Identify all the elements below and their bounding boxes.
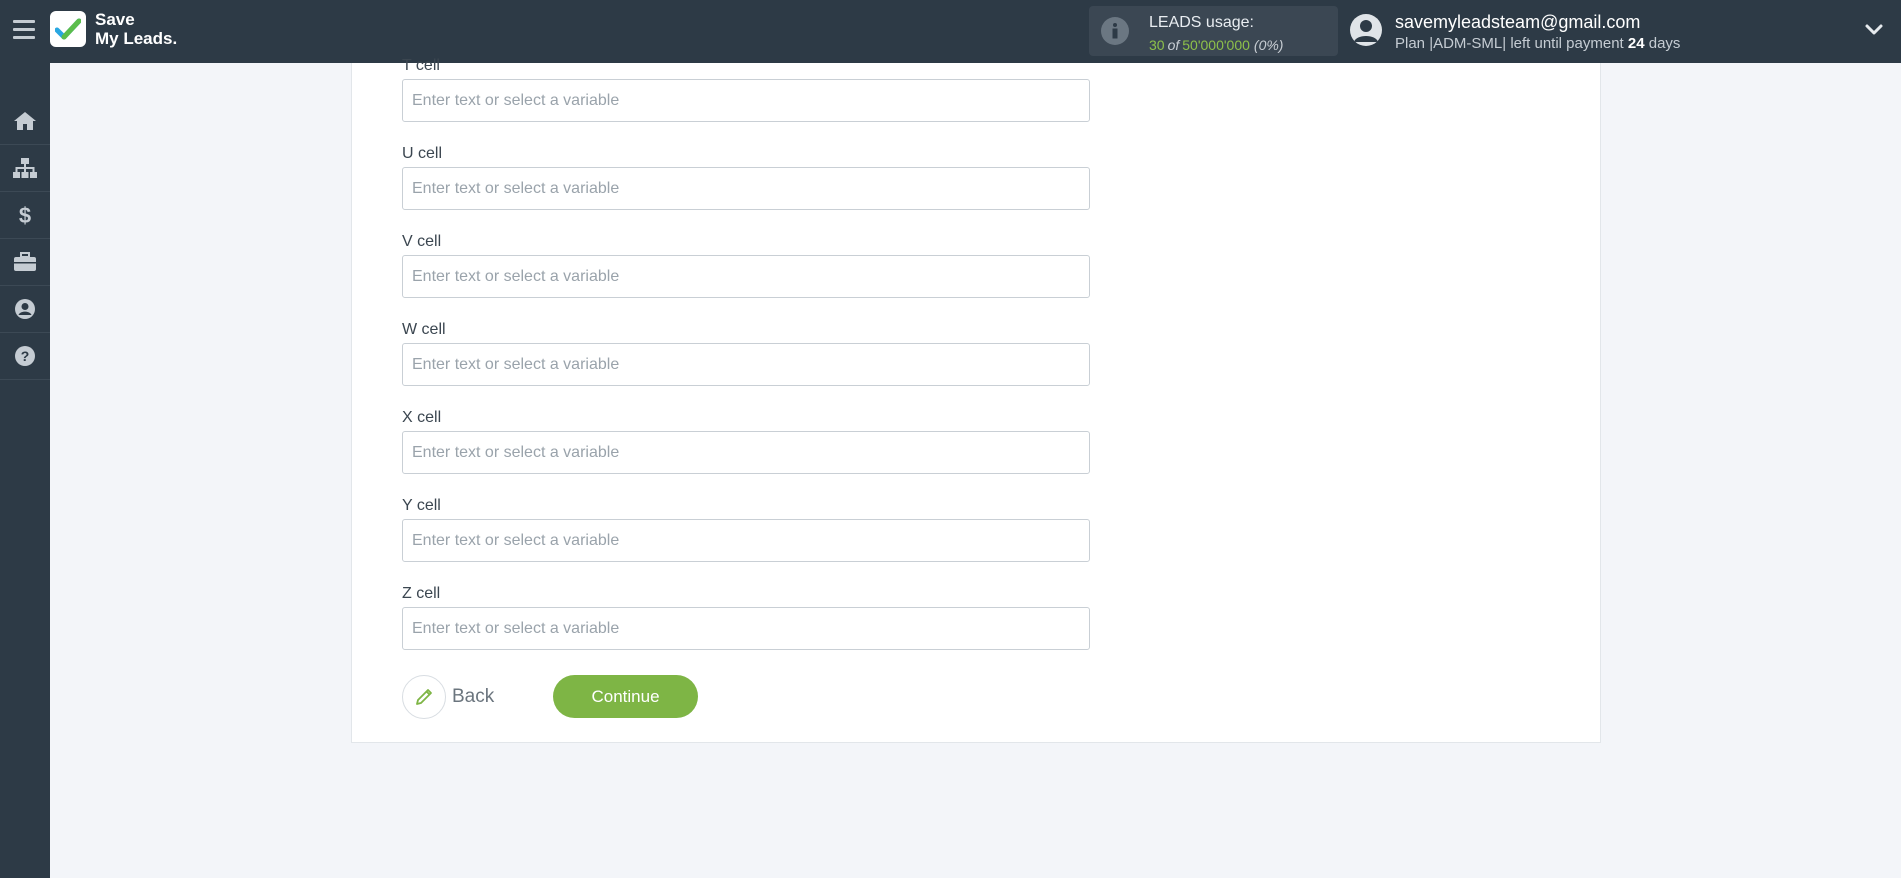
avatar-icon [1350, 14, 1382, 46]
plan-info: Plan |ADM-SML| left until payment 24 day… [1395, 35, 1680, 52]
user-circle-icon [15, 299, 35, 319]
usage-used: 30 [1149, 37, 1165, 53]
x-cell-input[interactable] [402, 431, 1090, 474]
field-label: V cell [402, 233, 442, 250]
field-v-cell: V cell [402, 233, 1090, 298]
plan-days: 24 [1627, 35, 1645, 52]
field-label: X cell [402, 409, 442, 426]
usage-of: of [1167, 37, 1180, 53]
usage-limit: 50'000'000 [1182, 37, 1250, 53]
logo-check-icon [50, 11, 86, 47]
menu-icon[interactable] [13, 20, 35, 40]
field-label: T cell [402, 57, 440, 74]
user-email: savemyleadsteam@gmail.com [1395, 12, 1641, 32]
home-icon [14, 112, 36, 130]
field-w-cell: W cell [402, 321, 1090, 386]
chevron-down-icon[interactable] [1864, 22, 1884, 38]
back-label: Back [452, 686, 495, 707]
sidebar-item-billing[interactable]: $ [0, 192, 50, 239]
usage-count: 30 of 50'000'000 (0%) [1149, 37, 1283, 53]
sidebar-item-account[interactable] [0, 286, 50, 333]
plan-suffix: days [1648, 35, 1681, 52]
field-label: U cell [402, 145, 443, 162]
info-icon [1101, 17, 1129, 45]
briefcase-icon [14, 252, 36, 271]
continue-button[interactable]: Continue [553, 675, 698, 718]
svg-text:$: $ [19, 203, 31, 227]
logo-line-1: Save [95, 10, 135, 29]
y-cell-input[interactable] [402, 519, 1090, 562]
field-t-cell: T cell [402, 57, 1090, 122]
sidebar-item-home[interactable] [0, 98, 50, 145]
sidebar-item-tools[interactable] [0, 239, 50, 286]
field-x-cell: X cell [402, 409, 1090, 474]
t-cell-input[interactable] [402, 79, 1090, 122]
logo[interactable]: Save My Leads. [50, 10, 177, 48]
field-y-cell: Y cell [402, 497, 1090, 562]
usage-title: LEADS usage: [1149, 14, 1254, 31]
form-card: T cell U cell V cell W cell X cell Y cel… [351, 57, 1601, 743]
field-u-cell: U cell [402, 145, 1090, 210]
back-button-circle [402, 675, 446, 719]
plan-prefix: Plan |ADM-SML| left until payment [1395, 35, 1624, 52]
sitemap-icon [13, 158, 37, 178]
field-label: Z cell [402, 585, 441, 602]
u-cell-input[interactable] [402, 167, 1090, 210]
field-label: W cell [402, 321, 446, 338]
usage-percent: (0%) [1253, 37, 1284, 53]
sidebar-item-connections[interactable] [0, 145, 50, 192]
sidebar-item-help[interactable]: ? [0, 333, 50, 380]
leads-usage-panel: LEADS usage: 30 of 50'000'000 (0%) [1089, 6, 1338, 56]
top-bar: Save My Leads. LEADS usage: 30 of 50'000'0… [0, 0, 1901, 63]
w-cell-input[interactable] [402, 343, 1090, 386]
back-button[interactable]: Back [402, 675, 494, 719]
sidebar: $ ? [0, 63, 50, 878]
logo-line-2: My Leads. [95, 29, 178, 48]
svg-text:?: ? [21, 348, 30, 364]
field-label: Y cell [402, 497, 441, 514]
field-z-cell: Z cell [402, 585, 1090, 650]
question-circle-icon: ? [15, 346, 35, 366]
pencil-icon [416, 689, 432, 705]
z-cell-input[interactable] [402, 607, 1090, 650]
logo-text: Save My Leads. [95, 10, 177, 48]
v-cell-input[interactable] [402, 255, 1090, 298]
dollar-icon: $ [19, 203, 31, 227]
